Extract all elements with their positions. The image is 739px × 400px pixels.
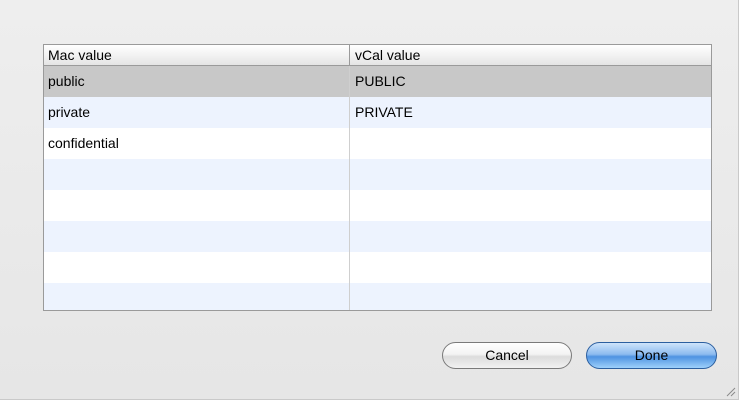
mac-value-cell[interactable] xyxy=(44,221,350,252)
vcal-value-cell[interactable] xyxy=(350,283,711,310)
mac-value-cell[interactable] xyxy=(44,190,350,221)
cancel-button[interactable]: Cancel xyxy=(442,342,572,369)
mac-value-cell[interactable] xyxy=(44,252,350,283)
table-header: Mac value vCal value xyxy=(44,45,711,66)
mac-value-cell[interactable]: public xyxy=(44,66,350,97)
resize-grip-icon[interactable] xyxy=(724,385,736,397)
table-row[interactable] xyxy=(44,283,711,310)
table-row[interactable] xyxy=(44,190,711,221)
table-row[interactable] xyxy=(44,252,711,283)
vcal-value-cell[interactable] xyxy=(350,128,711,159)
vcal-value-cell[interactable] xyxy=(350,159,711,190)
vcal-value-cell[interactable] xyxy=(350,221,711,252)
vcal-value-cell[interactable]: PUBLIC xyxy=(350,66,711,97)
table-body: public PUBLIC private PRIVATE confidential xyxy=(44,66,711,310)
table-row[interactable]: confidential xyxy=(44,128,711,159)
mac-value-cell[interactable] xyxy=(44,159,350,190)
mac-value-cell[interactable]: confidential xyxy=(44,128,350,159)
value-mapping-table[interactable]: Mac value vCal value public PUBLIC private… xyxy=(43,44,712,311)
mac-value-cell[interactable]: private xyxy=(44,97,350,128)
vcal-value-cell[interactable] xyxy=(350,190,711,221)
vcal-value-cell[interactable] xyxy=(350,252,711,283)
dialog-sheet: Mac value vCal value public PUBLIC private… xyxy=(0,0,739,400)
mac-value-cell[interactable] xyxy=(44,283,350,310)
column-header-mac-value[interactable]: Mac value xyxy=(44,45,350,65)
table-row[interactable] xyxy=(44,159,711,190)
table-row[interactable]: public PUBLIC xyxy=(44,66,711,97)
done-button[interactable]: Done xyxy=(586,342,717,369)
table-row[interactable] xyxy=(44,221,711,252)
table-row[interactable]: private PRIVATE xyxy=(44,97,711,128)
vcal-value-cell[interactable]: PRIVATE xyxy=(350,97,711,128)
column-header-vcal-value[interactable]: vCal value xyxy=(350,45,711,65)
